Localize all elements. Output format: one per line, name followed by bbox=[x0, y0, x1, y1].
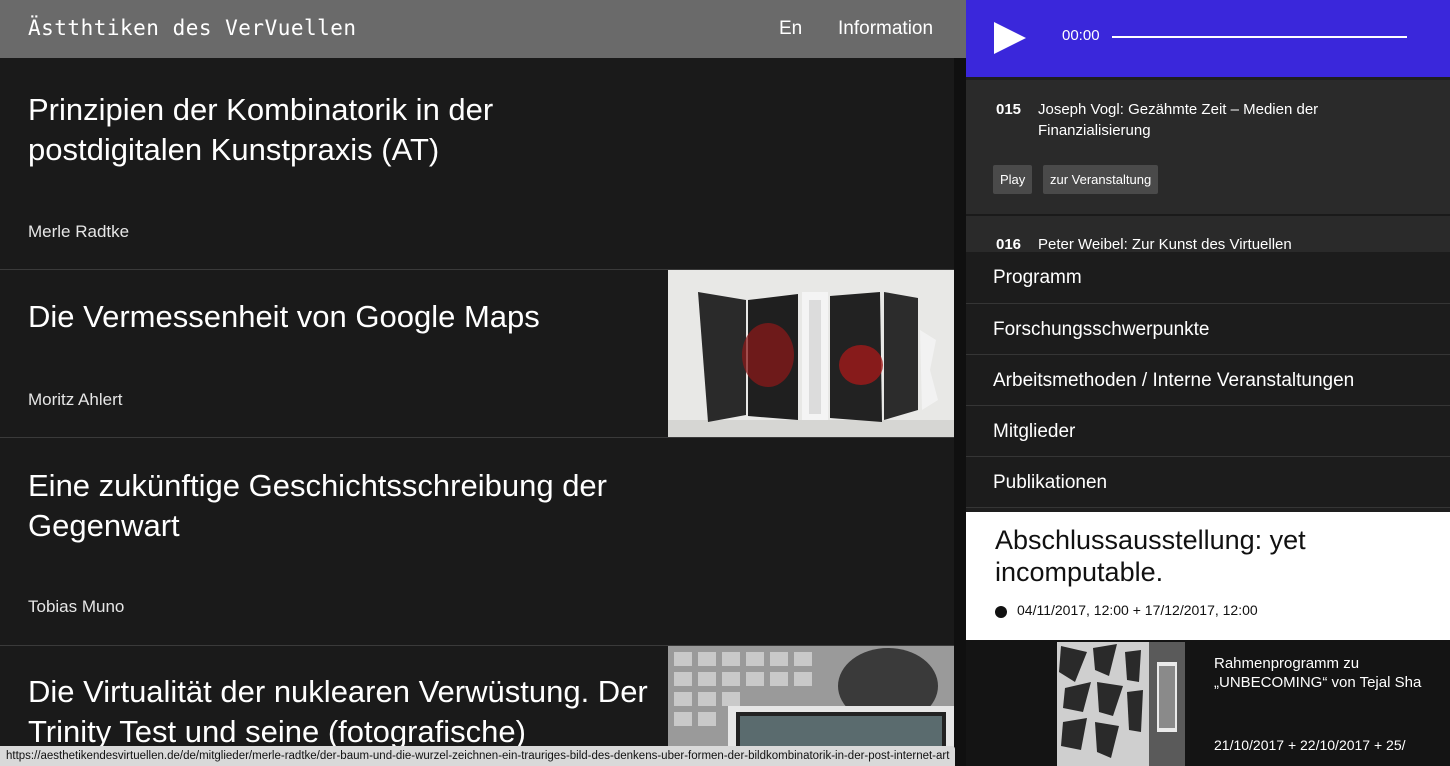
article-title: Die Vermessenheit von Google Maps bbox=[28, 299, 540, 334]
main-navigation: Programm Forschungsschwerpunkte Arbeitsm… bbox=[966, 252, 1450, 508]
player-time: 00:00 bbox=[1062, 27, 1100, 44]
article-list: Prinzipien der Kombinatorik in der postd… bbox=[0, 58, 954, 766]
sidebar: 00:00 015 Joseph Vogl: Gezähmte Zeit – M… bbox=[966, 0, 1450, 766]
event-card[interactable]: Rahmenprogramm zu „UNBECOMING“ von Tejal… bbox=[966, 640, 1450, 766]
divider bbox=[966, 214, 1450, 216]
site-title[interactable]: Ästthtiken des VerVuellen bbox=[28, 16, 357, 40]
article-title: Eine zukünftige Geschichtsschreibung der… bbox=[28, 468, 607, 543]
article-thumbnail-image bbox=[668, 270, 954, 437]
article-item[interactable]: Prinzipien der Kombinatorik in der postd… bbox=[0, 58, 954, 270]
language-toggle-link[interactable]: En bbox=[779, 18, 802, 40]
nav-item-forschungsschwerpunkte[interactable]: Forschungsschwerpunkte bbox=[966, 304, 1450, 355]
event-image bbox=[1057, 642, 1185, 766]
player-progress-bar[interactable] bbox=[1112, 36, 1407, 38]
playlist-item-number: 015 bbox=[996, 101, 1022, 118]
event-card[interactable]: Abschlussausstellung: yet incomputable. … bbox=[966, 512, 1450, 640]
event-date: 21/10/2017 + 22/10/2017 + 25/ bbox=[1214, 737, 1406, 753]
event-bullet-icon bbox=[995, 606, 1007, 618]
playlist-item-title: Peter Weibel: Zur Kunst des Virtuellen bbox=[1038, 236, 1292, 252]
article-title: Prinzipien der Kombinatorik in der postd… bbox=[28, 92, 494, 167]
browser-status-url: https://aesthetikendesvirtuellen.de/de/m… bbox=[0, 746, 956, 766]
article-author: Merle Radtke bbox=[28, 222, 130, 241]
nav-item-publikationen[interactable]: Publikationen bbox=[966, 457, 1450, 508]
information-link[interactable]: Information bbox=[838, 18, 933, 40]
event-title-line: „UNBECOMING“ von Tejal Sha bbox=[1214, 674, 1422, 691]
article-item[interactable]: Eine zukünftige Geschichtsschreibung der… bbox=[0, 438, 954, 646]
event-title: Abschlussausstellung: yet incomputable. bbox=[995, 525, 1306, 587]
audio-player: 00:00 bbox=[966, 0, 1450, 77]
event-title-line: Rahmenprogramm zu bbox=[1214, 655, 1360, 672]
article-title: Die Virtualität der nuklearen Verwüstung… bbox=[28, 674, 648, 749]
playlist-play-button[interactable]: Play bbox=[993, 165, 1033, 194]
playlist-item-title: Joseph Vogl: Gezähmte Zeit – Medien der … bbox=[1038, 101, 1319, 139]
event-date: 04/11/2017, 12:00 + 17/12/2017, 12:00 bbox=[1017, 602, 1258, 618]
playlist-item-number: 016 bbox=[996, 236, 1022, 252]
article-item[interactable]: Die Vermessenheit von Google Maps Moritz… bbox=[0, 270, 954, 438]
article-author: Tobias Muno bbox=[28, 597, 125, 616]
play-icon[interactable] bbox=[992, 20, 1028, 56]
playlist-event-button[interactable]: zur Veranstaltung bbox=[1043, 165, 1159, 194]
column-gutter bbox=[954, 58, 966, 766]
nav-item-mitglieder[interactable]: Mitglieder bbox=[966, 406, 1450, 457]
site-header: Ästthtiken des VerVuellen En Information bbox=[0, 0, 966, 58]
nav-item-programm[interactable]: Programm bbox=[966, 252, 1450, 304]
playlist: 015 Joseph Vogl: Gezähmte Zeit – Medien … bbox=[966, 80, 1450, 252]
article-author: Moritz Ahlert bbox=[28, 390, 123, 409]
event-title: Rahmenprogramm zu „UNBECOMING“ von Tejal… bbox=[1214, 654, 1450, 692]
nav-item-arbeitsmethoden[interactable]: Arbeitsmethoden / Interne Veranstaltunge… bbox=[966, 355, 1450, 406]
